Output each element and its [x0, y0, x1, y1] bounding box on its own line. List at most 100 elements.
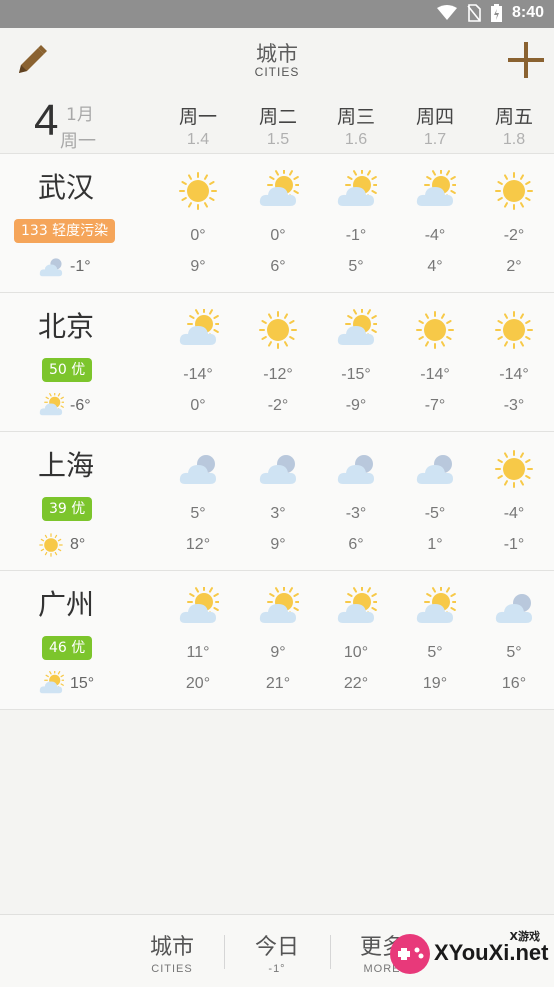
forecast-day: 5° 16° — [474, 571, 554, 709]
high-temp: 12° — [185, 536, 211, 553]
current-temp: -6° — [70, 397, 91, 414]
day-date: 1.6 — [344, 131, 368, 148]
forecast-day: -5° 1° — [395, 432, 475, 570]
low-temp: -4° — [424, 227, 446, 244]
current-temp: 15° — [70, 675, 95, 692]
forecast-weather-icon — [179, 172, 217, 210]
forecast-day: 11° 20° — [158, 571, 238, 709]
day-name: 周二 — [258, 106, 297, 128]
status-icons: 8:40 — [436, 4, 544, 22]
tab-today[interactable]: 今日 -1° — [229, 929, 325, 975]
city-summary: 广州 46 优 15° — [0, 571, 156, 709]
forecast-day: -2° 2° — [474, 154, 554, 292]
forecast-day: -14° -3° — [474, 293, 554, 431]
day-header: 周一 1.4 — [158, 102, 238, 149]
low-temp: -5° — [424, 505, 446, 522]
forecast-weather-icon — [495, 450, 533, 488]
city-summary: 武汉 133 轻度污染 -1° — [0, 154, 156, 292]
date-number: 4 — [34, 96, 59, 145]
high-temp: 5° — [348, 258, 364, 275]
city-name: 武汉 — [38, 171, 95, 204]
city-row[interactable]: 广州 46 优 15° 11° 20° 9° 21° 10° 22° 5° 19… — [0, 570, 554, 710]
high-temp: 6° — [348, 536, 364, 553]
forecast-weather-icon — [179, 455, 216, 484]
forecast-day: 5° 12° — [158, 432, 238, 570]
low-temp: -14° — [499, 366, 529, 383]
forecast-day: -14° 0° — [158, 293, 238, 431]
battery-charging-icon — [490, 4, 502, 22]
forecast-weather-icon — [416, 587, 456, 623]
tab-cities[interactable]: 城市 CITIES — [124, 929, 220, 975]
low-temp: 0° — [270, 227, 286, 244]
forecast-day: -4° -1° — [474, 432, 554, 570]
day-date: 1.7 — [423, 131, 447, 148]
forecast-weather-icon — [416, 455, 453, 484]
low-temp: 3° — [270, 505, 286, 522]
forecast-weather-icon — [259, 170, 299, 206]
high-temp: 2° — [506, 258, 522, 275]
high-temp: 9° — [270, 536, 286, 553]
day-date: 1.8 — [502, 131, 526, 148]
high-temp: -9° — [345, 397, 367, 414]
add-city-button[interactable] — [506, 40, 546, 80]
low-temp: -2° — [503, 227, 525, 244]
city-summary: 上海 39 优 8° — [0, 432, 156, 570]
low-temp: -3° — [345, 505, 367, 522]
day-header: 周三 1.6 — [316, 102, 396, 149]
low-temp: 10° — [343, 644, 369, 661]
current-temp: -1° — [70, 258, 91, 275]
city-row[interactable]: 武汉 133 轻度污染 -1° 0° 9° 0° 6° -1° 5° -4° 4… — [0, 153, 554, 292]
status-bar: 8:40 — [0, 0, 554, 28]
aqi-badge: 133 轻度污染 — [14, 219, 116, 243]
current-weather-icon — [39, 533, 63, 557]
forecast-day: -4° 4° — [395, 154, 475, 292]
forecast-weather-icon — [259, 455, 296, 484]
day-header: 周四 1.7 — [395, 102, 475, 149]
tab-label: 今日 — [254, 935, 299, 960]
day-header: 周二 1.5 — [238, 102, 318, 149]
current-weather: -6° — [38, 393, 91, 419]
day-date: 1.4 — [186, 131, 210, 148]
page-title: 城市 — [256, 42, 298, 66]
city-row[interactable]: 北京 50 优 -6° -14° 0° -12° -2° -15° -9° -1… — [0, 292, 554, 431]
city-row[interactable]: 上海 39 优 8° 5° 12° 3° 9° -3° 6° -5° 1° -4… — [0, 431, 554, 570]
date-month: 1月 — [66, 105, 94, 125]
forecast-weather-icon — [259, 587, 299, 623]
high-temp: 22° — [343, 675, 369, 692]
current-weather: 15° — [38, 671, 94, 697]
high-temp: 19° — [422, 675, 448, 692]
forecast-day: 0° 6° — [238, 154, 318, 292]
aqi-badge: 46 优 — [42, 636, 93, 660]
high-temp: -3° — [503, 397, 525, 414]
day-name: 周四 — [415, 106, 454, 128]
current-weather: -1° — [38, 254, 91, 280]
forecast-weather-icon — [416, 311, 454, 349]
forecast-weather-icon — [337, 170, 377, 206]
high-temp: 21° — [265, 675, 291, 692]
city-name: 上海 — [38, 449, 95, 482]
current-weather: 8° — [38, 532, 85, 558]
forecast-weather-icon — [495, 311, 533, 349]
low-temp: 9° — [270, 644, 286, 661]
no-sim-icon — [467, 4, 481, 22]
high-temp: 20° — [185, 675, 211, 692]
top-bar: 城市 CITIES — [0, 28, 554, 90]
day-date: 1.5 — [266, 131, 290, 148]
status-time: 8:40 — [511, 4, 544, 21]
tab-sublabel: -1° — [268, 963, 286, 975]
forecast-weather-icon — [179, 587, 219, 623]
forecast-day: -1° 5° — [316, 154, 396, 292]
low-temp: -4° — [503, 505, 525, 522]
watermark: XYouXi.net X游戏 — [380, 918, 554, 986]
high-temp: 0° — [190, 397, 206, 414]
high-temp: 1° — [427, 536, 443, 553]
low-temp: -14° — [183, 366, 213, 383]
forecast-weather-icon — [495, 172, 533, 210]
low-temp: 5° — [190, 505, 206, 522]
tab-divider — [330, 935, 331, 969]
forecast-day: 10° 22° — [316, 571, 396, 709]
forecast-weather-icon — [337, 309, 377, 345]
city-name: 广州 — [38, 588, 95, 621]
day-name: 周一 — [178, 106, 217, 128]
tab-divider — [224, 935, 225, 969]
